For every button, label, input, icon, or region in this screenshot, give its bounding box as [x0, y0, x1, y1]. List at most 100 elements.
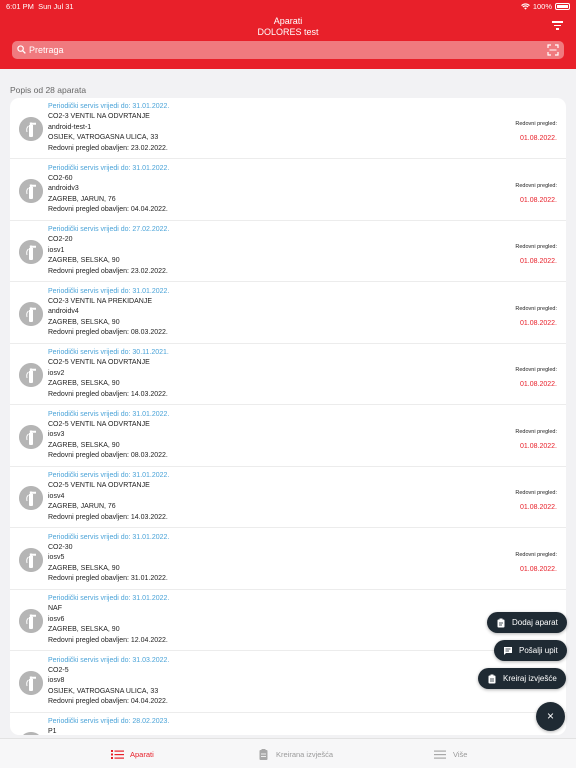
- status-bar: 6:01 PM Sun Jul 31 100%: [0, 0, 576, 12]
- next-inspection: Redovni pregled: 01.08.2022.: [515, 304, 557, 329]
- search-icon: [17, 45, 26, 54]
- next-inspection-label: Redovni pregled:: [515, 428, 557, 435]
- next-inspection-label: Redovni pregled:: [515, 551, 557, 558]
- service-valid-until: Periodički servis vrijedi do: 31.01.2022…: [48, 287, 170, 295]
- device-name: CO2-5 VENTIL NA ODVRTANJE: [48, 482, 150, 490]
- device-name: CO2-3 VENTIL NA PREKIDANJE: [48, 297, 152, 305]
- search-bar[interactable]: [12, 41, 564, 59]
- next-inspection: Redovni pregled: 01.08.2022.: [515, 119, 557, 144]
- device-list-item[interactable]: Periodički servis vrijedi do: 31.01.2022…: [10, 590, 566, 651]
- device-code: iosv4: [48, 492, 65, 500]
- page-title: Aparati: [273, 16, 303, 26]
- service-valid-until: Periodički servis vrijedi do: 31.01.2022…: [48, 533, 170, 541]
- device-name: CO2-3 VENTIL NA ODVRTANJE: [48, 113, 150, 121]
- device-list-item[interactable]: Periodički servis vrijedi do: 31.01.2022…: [10, 283, 566, 344]
- device-name: P1: [48, 728, 57, 735]
- report-icon: [488, 674, 496, 683]
- add-device-button[interactable]: Dodaj aparat: [487, 612, 567, 633]
- report-icon: [259, 748, 268, 760]
- device-address: ZAGREB, SELSKA, 90: [48, 626, 120, 634]
- next-inspection-date: 01.08.2022.: [520, 258, 557, 265]
- device-address: ZAGREB, JARUN, 76: [48, 195, 116, 203]
- device-list-item[interactable]: Periodički servis vrijedi do: 31.01.2022…: [10, 467, 566, 528]
- device-list-item[interactable]: Periodički servis vrijedi do: 31.01.2022…: [10, 529, 566, 590]
- device-code: android-test-1: [48, 123, 92, 131]
- fire-extinguisher-icon: [19, 363, 43, 387]
- device-info: Periodički servis vrijedi do: 31.01.2022…: [48, 471, 169, 523]
- add-device-label: Dodaj aparat: [512, 618, 558, 627]
- device-list-item[interactable]: Periodički servis vrijedi do: 31.01.2022…: [10, 406, 566, 467]
- device-name: CO2-5 VENTIL NA ODVRTANJE: [48, 420, 150, 428]
- fire-extinguisher-icon: [19, 240, 43, 264]
- tab-created-reports-label: Kreirana izvješća: [276, 749, 334, 759]
- next-inspection-label: Redovni pregled:: [515, 121, 557, 127]
- service-valid-until: Periodički servis vrijedi do: 31.01.2022…: [48, 410, 170, 418]
- close-menu-button[interactable]: ×: [536, 702, 565, 731]
- app-header: 6:01 PM Sun Jul 31 100% Aparati DOLORES …: [0, 0, 576, 69]
- next-inspection-label: Redovni pregled:: [515, 244, 557, 250]
- next-inspection: Redovni pregled: 01.08.2022.: [515, 550, 557, 575]
- next-inspection: Redovni pregled: 01.08.2022.: [515, 488, 557, 513]
- device-info: Periodički servis vrijedi do: 28.02.2023…: [48, 717, 169, 735]
- device-info: Periodički servis vrijedi do: 31.01.2022…: [48, 410, 169, 462]
- filter-icon[interactable]: [552, 21, 563, 30]
- inspection-done: Redovni pregled obavljen: 08.03.2022.: [48, 452, 168, 460]
- service-valid-until: Periodički servis vrijedi do: 31.01.2022…: [48, 164, 170, 172]
- create-report-label: Kreiraj izvješće: [503, 674, 557, 683]
- menu-icon: [434, 750, 446, 759]
- device-info: Periodički servis vrijedi do: 30.11.2021…: [48, 348, 169, 400]
- fire-extinguisher-icon: [19, 732, 43, 735]
- device-address: ZAGREB, SELSKA, 90: [48, 318, 120, 326]
- device-info: Periodički servis vrijedi do: 31.01.2022…: [48, 287, 169, 339]
- service-valid-until: Periodički servis vrijedi do: 31.03.2022…: [48, 656, 170, 664]
- next-inspection-date: 01.08.2022.: [520, 565, 557, 573]
- tab-created-reports[interactable]: Kreirana izvješća: [257, 739, 333, 768]
- device-info: Periodički servis vrijedi do: 31.01.2022…: [48, 164, 169, 216]
- device-list-item[interactable]: Periodički servis vrijedi do: 31.01.2022…: [10, 160, 566, 221]
- device-address: ZAGREB, SELSKA, 90: [48, 257, 120, 265]
- device-list-item[interactable]: Periodički servis vrijedi do: 30.11.2021…: [10, 344, 566, 405]
- device-address: OSIJEK, VATROGASNA ULICA, 33: [48, 687, 159, 695]
- fire-extinguisher-icon: [19, 486, 43, 510]
- list-count-title: Popis od 28 aparata: [10, 85, 87, 95]
- search-input[interactable]: [29, 41, 529, 59]
- next-inspection-date: 01.08.2022.: [520, 135, 557, 142]
- inspection-done: Redovni pregled obavljen: 31.01.2022.: [48, 575, 168, 583]
- device-name: CO2-5 VENTIL NA ODVRTANJE: [48, 359, 150, 367]
- inspection-done: Redovni pregled obavljen: 23.02.2022.: [48, 267, 168, 275]
- device-list-item[interactable]: Periodički servis vrijedi do: 31.01.2022…: [10, 98, 566, 159]
- create-report-button[interactable]: Kreiraj izvješće: [478, 668, 566, 689]
- tab-more[interactable]: Više: [434, 739, 467, 768]
- device-list-item[interactable]: Periodički servis vrijedi do: 28.02.2023…: [10, 713, 566, 735]
- device-code: iosv2: [48, 369, 65, 377]
- device-code: iosv5: [48, 554, 65, 562]
- fire-extinguisher-icon: [19, 609, 43, 633]
- next-inspection-date: 01.08.2022.: [520, 381, 557, 388]
- device-list-item[interactable]: Periodički servis vrijedi do: 27.02.2022…: [10, 221, 566, 282]
- service-valid-until: Periodički servis vrijedi do: 27.02.2022…: [48, 226, 170, 233]
- send-inquiry-label: Pošalji upit: [519, 646, 558, 655]
- status-indicators: 100%: [520, 2, 570, 11]
- tab-more-label: Više: [453, 749, 468, 759]
- fire-extinguisher-icon: [19, 178, 43, 203]
- send-inquiry-button[interactable]: Pošalji upit: [494, 640, 567, 661]
- device-name: NAF: [48, 605, 62, 613]
- device-list[interactable]: Periodički servis vrijedi do: 31.01.2022…: [10, 98, 566, 735]
- next-inspection: Redovni pregled: 01.08.2022.: [515, 181, 557, 206]
- inspection-done: Redovni pregled obavljen: 04.04.2022.: [48, 206, 168, 214]
- next-inspection: Redovni pregled: 01.08.2022.: [515, 242, 557, 267]
- next-inspection-date: 01.08.2022.: [520, 442, 557, 450]
- device-name: CO2-60: [48, 174, 73, 182]
- inspection-done: Redovni pregled obavljen: 23.02.2022.: [48, 144, 168, 152]
- device-info: Periodički servis vrijedi do: 27.02.2022…: [48, 225, 169, 277]
- battery-percent: 100%: [532, 2, 552, 11]
- device-code: iosv6: [48, 615, 65, 623]
- device-name: CO2-30: [48, 543, 73, 551]
- next-inspection-label: Redovni pregled:: [515, 490, 557, 496]
- next-inspection: Redovni pregled: 01.08.2022.: [515, 365, 557, 390]
- device-code: androidv4: [48, 308, 79, 316]
- next-inspection-date: 01.08.2022.: [520, 504, 557, 511]
- barcode-scan-icon[interactable]: [547, 44, 559, 56]
- tab-devices[interactable]: Aparati: [111, 739, 154, 768]
- status-time: 6:01 PM: [6, 2, 34, 11]
